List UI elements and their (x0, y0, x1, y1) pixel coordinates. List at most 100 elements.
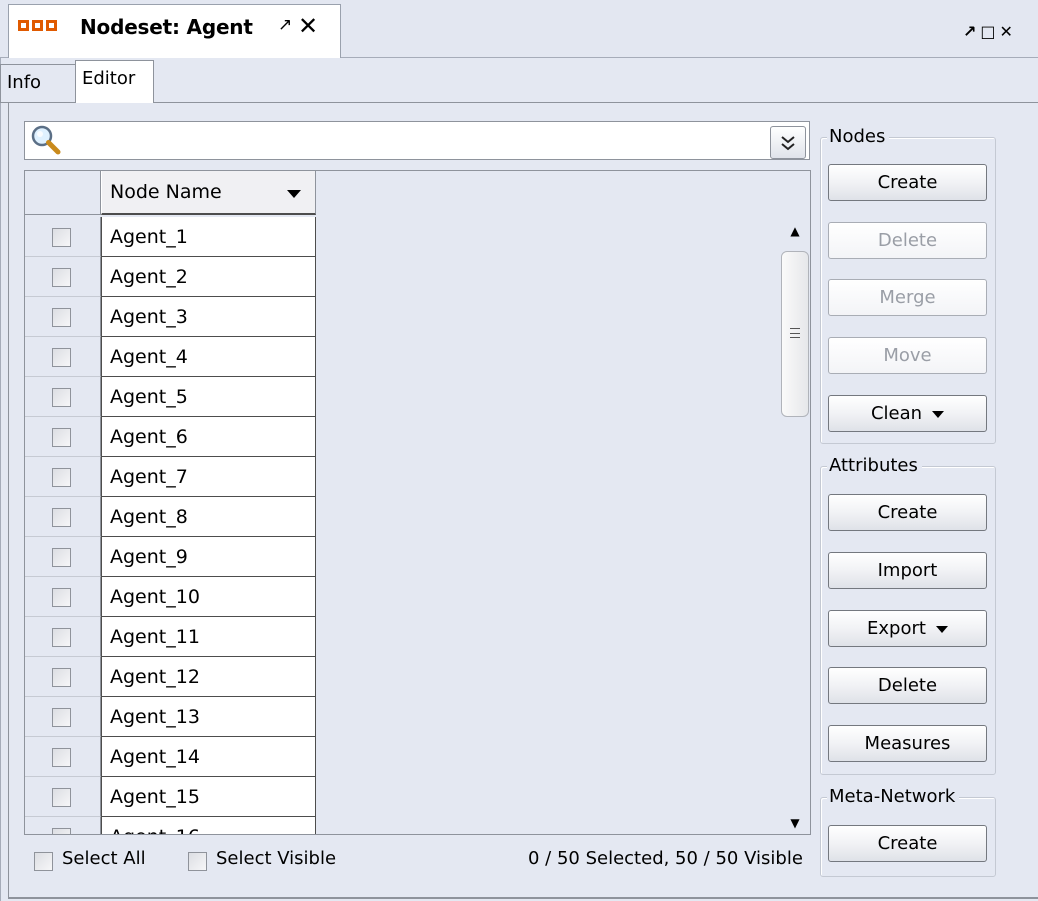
node-name-cell[interactable]: Agent_12 (101, 657, 316, 697)
scroll-down-icon[interactable]: ▼ (785, 813, 805, 833)
node-name-cell[interactable]: Agent_9 (101, 537, 316, 577)
table-row[interactable]: Agent_13 (25, 697, 317, 737)
row-checkbox[interactable] (52, 828, 71, 834)
clean-dropdown-button[interactable]: Clean (828, 395, 987, 432)
create-meta-network-button[interactable]: Create (828, 825, 987, 862)
table-row[interactable]: Agent_8 (25, 497, 317, 537)
content-left-border (8, 103, 9, 899)
nodes-group-title: Nodes (827, 126, 890, 147)
table-row[interactable]: Agent_5 (25, 377, 317, 417)
row-select-cell (25, 657, 101, 697)
row-checkbox[interactable] (52, 228, 71, 247)
row-select-cell (25, 817, 101, 834)
search-input[interactable] (24, 121, 810, 160)
tab-info[interactable]: Info (0, 64, 75, 102)
table-row[interactable]: Agent_2 (25, 257, 317, 297)
table-row[interactable]: Agent_16 (25, 817, 317, 834)
node-name-cell[interactable]: Agent_6 (101, 417, 316, 457)
row-select-cell (25, 577, 101, 617)
tab-divider (154, 102, 1038, 103)
row-checkbox[interactable] (52, 668, 71, 687)
row-checkbox[interactable] (52, 308, 71, 327)
node-name-cell[interactable]: Agent_13 (101, 697, 316, 737)
window-controls: ↗ □ ✕ (963, 22, 1013, 46)
document-tab-title: Nodeset: Agent (80, 15, 253, 39)
node-name-cell[interactable]: Agent_3 (101, 297, 316, 337)
table-row[interactable]: Agent_14 (25, 737, 317, 777)
node-name-cell[interactable]: Agent_2 (101, 257, 316, 297)
create-attribute-button[interactable]: Create (828, 494, 987, 531)
measures-button[interactable]: Measures (828, 725, 987, 762)
row-checkbox[interactable] (52, 588, 71, 607)
node-name-cell[interactable]: Agent_5 (101, 377, 316, 417)
row-select-cell (25, 737, 101, 777)
node-name-column-header[interactable]: Node Name (101, 171, 316, 215)
select-all-checkbox[interactable] (34, 852, 53, 871)
node-name-cell[interactable]: Agent_14 (101, 737, 316, 777)
merge-node-button[interactable]: Merge (828, 279, 987, 316)
search-icon (30, 124, 62, 156)
create-node-button[interactable]: Create (828, 164, 987, 201)
row-checkbox[interactable] (52, 428, 71, 447)
meta-network-group-title: Meta-Network (827, 786, 960, 807)
table-row[interactable]: Agent_7 (25, 457, 317, 497)
table-row[interactable]: Agent_1 (25, 217, 317, 257)
node-name-cell[interactable]: Agent_15 (101, 777, 316, 817)
node-name-cell[interactable]: Agent_1 (101, 217, 316, 257)
row-checkbox[interactable] (52, 508, 71, 527)
move-node-button[interactable]: Move (828, 337, 987, 374)
node-name-cell[interactable]: Agent_16 (101, 817, 316, 834)
restore-icon[interactable]: ↗ (963, 22, 976, 46)
dropdown-arrow-icon (935, 625, 948, 633)
node-name-cell[interactable]: Agent_7 (101, 457, 316, 497)
row-select-cell (25, 377, 101, 417)
scroll-up-icon[interactable]: ▲ (785, 221, 805, 241)
table-row[interactable]: Agent_6 (25, 417, 317, 457)
node-name-cell[interactable]: Agent_4 (101, 337, 316, 377)
maximize-icon[interactable]: □ (980, 22, 995, 46)
row-checkbox[interactable] (52, 788, 71, 807)
delete-node-button[interactable]: Delete (828, 222, 987, 259)
scroll-thumb[interactable] (781, 251, 809, 417)
row-checkbox[interactable] (52, 548, 71, 567)
table-row[interactable]: Agent_10 (25, 577, 317, 617)
row-checkbox[interactable] (52, 348, 71, 367)
row-checkbox[interactable] (52, 388, 71, 407)
delete-attribute-button[interactable]: Delete (828, 667, 987, 704)
sort-dropdown-icon[interactable] (287, 190, 301, 198)
row-checkbox[interactable] (52, 468, 71, 487)
node-name-cell[interactable]: Agent_8 (101, 497, 316, 537)
double-chevron-down-icon[interactable] (770, 126, 806, 159)
node-name-cell[interactable]: Agent_11 (101, 617, 316, 657)
table-row[interactable]: Agent_15 (25, 777, 317, 817)
row-checkbox[interactable] (52, 268, 71, 287)
row-select-cell (25, 417, 101, 457)
row-select-cell (25, 777, 101, 817)
window-close-icon[interactable]: ✕ (1000, 22, 1013, 46)
row-select-cell (25, 217, 101, 257)
table-row[interactable]: Agent_3 (25, 297, 317, 337)
selection-status: 0 / 50 Selected, 50 / 50 Visible (528, 848, 803, 869)
node-name-cell[interactable]: Agent_10 (101, 577, 316, 617)
close-icon[interactable]: ✕ (298, 12, 318, 40)
row-checkbox[interactable] (52, 708, 71, 727)
table-rows: Agent_1 Agent_2 Agent_3 Agent_4 Agent_5 Agent… (25, 217, 317, 834)
search-text-field[interactable] (69, 126, 759, 155)
row-select-cell (25, 617, 101, 657)
clean-button-label: Clean (870, 403, 923, 424)
pin-icon[interactable]: ↗ (278, 15, 292, 35)
tab-editor[interactable]: Editor (75, 60, 154, 103)
dropdown-arrow-icon (932, 410, 945, 418)
tab-divider-left (0, 102, 75, 103)
export-dropdown-button[interactable]: Export (828, 610, 987, 647)
table-row[interactable]: Agent_4 (25, 337, 317, 377)
row-checkbox[interactable] (52, 748, 71, 767)
import-attribute-button[interactable]: Import (828, 552, 987, 589)
table-row[interactable]: Agent_9 (25, 537, 317, 577)
table-row[interactable]: Agent_12 (25, 657, 317, 697)
vertical-scrollbar[interactable]: ▲ ▼ (779, 215, 811, 830)
row-checkbox[interactable] (52, 628, 71, 647)
select-visible-checkbox[interactable] (188, 852, 207, 871)
table-row[interactable]: Agent_11 (25, 617, 317, 657)
row-select-cell (25, 257, 101, 297)
